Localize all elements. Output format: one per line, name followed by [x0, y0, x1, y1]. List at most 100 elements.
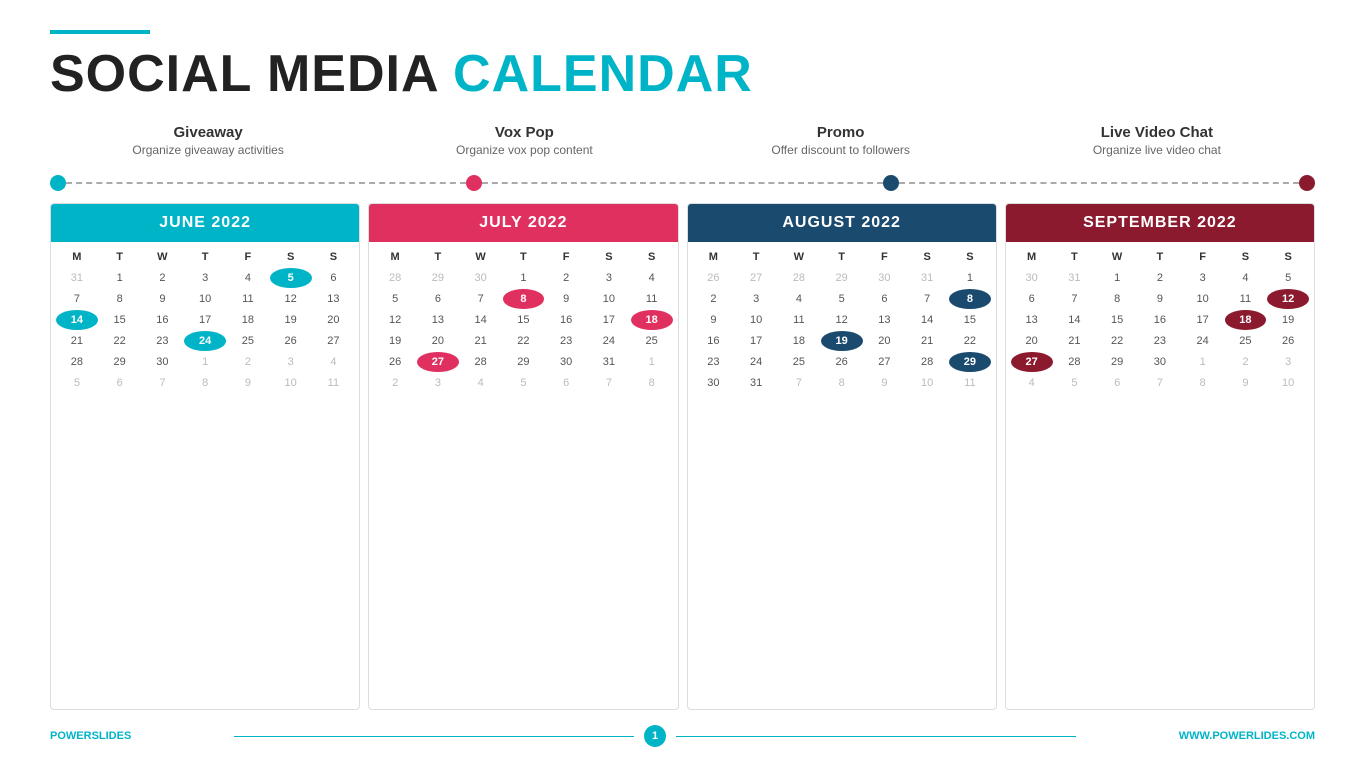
footer: POWERSLIDES 1 WWW.POWERLIDES.COM: [50, 720, 1315, 747]
calendar-day-header: T: [417, 247, 459, 267]
calendar-day-cell: 22: [1096, 331, 1138, 351]
calendar-day-cell: 6: [1011, 289, 1053, 309]
calendar-day-cell: 12: [821, 310, 863, 330]
calendar-day-cell: 4: [1011, 373, 1053, 393]
calendar-day-cell: 9: [693, 310, 735, 330]
calendar-day-cell: 16: [545, 310, 587, 330]
calendar-day-cell: 29: [821, 268, 863, 288]
timeline-line-1: [66, 182, 466, 184]
category-promo: Promo Offer discount to followers: [683, 124, 999, 157]
timeline-dot-livevideochat: [1299, 175, 1315, 191]
calendar-day-header: M: [1011, 247, 1053, 267]
calendar-day-cell: 4: [460, 373, 502, 393]
calendar-day-cell: 14: [906, 310, 948, 330]
calendar-day-cell: 24: [1182, 331, 1224, 351]
calendar-day-cell: 1: [1096, 268, 1138, 288]
calendar-week-row: 2345678: [374, 373, 672, 393]
calendar-day-cell: 12: [270, 289, 312, 309]
calendar-day-cell: 30: [1011, 268, 1053, 288]
calendar-day-header: S: [949, 247, 991, 267]
calendar-day-cell: 20: [864, 331, 906, 351]
calendar-day-cell: 5: [270, 268, 312, 288]
calendar-week-row: 567891011: [374, 289, 672, 309]
calendar-day-cell: 24: [184, 331, 226, 351]
calendar-day-cell: 5: [374, 289, 416, 309]
calendar-grid-cal-july: MTWTFSS282930123456789101112131415161718…: [369, 242, 677, 709]
calendar-day-header: M: [374, 247, 416, 267]
calendar-day-header: S: [313, 247, 355, 267]
calendar-day-cell: 6: [99, 373, 141, 393]
calendar-day-header: W: [778, 247, 820, 267]
calendar-day-cell: 7: [142, 373, 184, 393]
calendar-day-cell: 20: [1011, 331, 1053, 351]
calendar-day-cell: 31: [56, 268, 98, 288]
calendar-week-row: 6789101112: [1011, 289, 1309, 309]
calendar-day-cell: 4: [227, 268, 269, 288]
calendar-day-cell: 28: [778, 268, 820, 288]
calendar-day-cell: 23: [1139, 331, 1181, 351]
footer-center: 1: [234, 725, 1076, 747]
calendar-day-cell: 2: [142, 268, 184, 288]
calendar-day-cell: 15: [99, 310, 141, 330]
timeline-dot-promo: [883, 175, 899, 191]
timeline-line-3: [899, 182, 1299, 184]
calendar-week-row: 19202122232425: [374, 331, 672, 351]
calendar-day-cell: 2: [227, 352, 269, 372]
calendar-day-cell: 28: [374, 268, 416, 288]
calendar-day-cell: 3: [735, 289, 777, 309]
calendar-day-cell: 4: [1225, 268, 1267, 288]
calendar-day-cell: 9: [864, 373, 906, 393]
calendar-day-cell: 7: [778, 373, 820, 393]
calendar-day-cell: 8: [1182, 373, 1224, 393]
calendar-day-cell: 6: [313, 268, 355, 288]
calendar-day-cell: 3: [1182, 268, 1224, 288]
calendar-day-cell: 10: [1267, 373, 1309, 393]
calendar-week-row: 21222324252627: [56, 331, 354, 351]
calendar-day-cell: 5: [1054, 373, 1096, 393]
calendar-day-cell: 1: [631, 352, 673, 372]
calendar-day-cell: 25: [778, 352, 820, 372]
calendar-day-cell: 17: [588, 310, 630, 330]
calendar-day-cell: 28: [56, 352, 98, 372]
calendar-day-cell: 10: [588, 289, 630, 309]
calendar-day-cell: 11: [949, 373, 991, 393]
calendar-day-cell: 28: [1054, 352, 1096, 372]
calendar-day-cell: 31: [1054, 268, 1096, 288]
calendar-day-cell: 19: [374, 331, 416, 351]
calendar-grid-cal-june: MTWTFSS311234567891011121314151617181920…: [51, 242, 359, 709]
category-promo-subtitle: Offer discount to followers: [683, 143, 999, 157]
calendar-day-header: T: [184, 247, 226, 267]
calendar-week-row: 14151617181920: [56, 310, 354, 330]
calendar-day-cell: 3: [270, 352, 312, 372]
calendar-day-cell: 13: [417, 310, 459, 330]
calendar-day-cell: 9: [1225, 373, 1267, 393]
timeline-line-2: [482, 182, 882, 184]
calendar-day-cell: 30: [142, 352, 184, 372]
calendar-day-cell: 18: [1225, 310, 1267, 330]
calendar-day-header: T: [1139, 247, 1181, 267]
calendar-day-cell: 6: [545, 373, 587, 393]
calendar-day-cell: 12: [374, 310, 416, 330]
calendar-day-cell: 31: [588, 352, 630, 372]
calendar-day-cell: 19: [1267, 310, 1309, 330]
calendar-day-cell: 22: [949, 331, 991, 351]
calendar-week-row: 27282930123: [1011, 352, 1309, 372]
calendar-day-cell: 9: [545, 289, 587, 309]
calendar-day-cell: 24: [588, 331, 630, 351]
calendar-day-cell: 9: [142, 289, 184, 309]
calendar-day-cell: 3: [184, 268, 226, 288]
calendar-day-cell: 25: [1225, 331, 1267, 351]
calendar-day-cell: 8: [821, 373, 863, 393]
calendar-day-cell: 10: [1182, 289, 1224, 309]
calendar-cal-july: JULY 2022MTWTFSS282930123456789101112131…: [368, 203, 678, 710]
calendar-day-header: S: [1225, 247, 1267, 267]
calendar-day-cell: 25: [631, 331, 673, 351]
calendar-cal-september: SEPTEMBER 2022MTWTFSS3031123456789101112…: [1005, 203, 1315, 710]
calendar-day-cell: 13: [313, 289, 355, 309]
calendar-day-cell: 27: [735, 268, 777, 288]
calendar-day-header: T: [735, 247, 777, 267]
calendar-week-row: 16171819202122: [693, 331, 991, 351]
calendar-day-cell: 7: [460, 289, 502, 309]
calendar-day-cell: 22: [99, 331, 141, 351]
calendar-day-cell: 17: [735, 331, 777, 351]
